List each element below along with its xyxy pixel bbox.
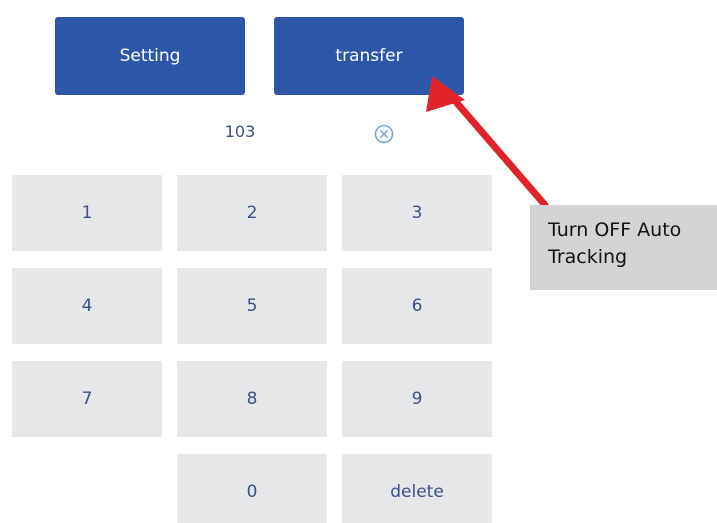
transfer-button[interactable]: transfer	[274, 17, 464, 95]
callout-line-2: Tracking	[548, 246, 628, 268]
delete-key[interactable]: delete	[342, 454, 492, 523]
key-6[interactable]: 6	[342, 268, 492, 344]
key-7[interactable]: 7	[12, 361, 162, 437]
entered-number-display: 103	[224, 122, 256, 141]
keypad-screen: Setting transfer 103 1 2 3 4 5 6 7 8 9 0…	[0, 0, 717, 523]
setting-button[interactable]: Setting	[55, 17, 245, 95]
callout-line-1: Turn OFF Auto	[548, 219, 682, 241]
instruction-callout: Turn OFF Auto Tracking	[530, 205, 717, 290]
key-5[interactable]: 5	[177, 268, 327, 344]
key-1[interactable]: 1	[12, 175, 162, 251]
key-9[interactable]: 9	[342, 361, 492, 437]
key-0[interactable]: 0	[177, 454, 327, 523]
key-4[interactable]: 4	[12, 268, 162, 344]
key-2[interactable]: 2	[177, 175, 327, 251]
key-3[interactable]: 3	[342, 175, 492, 251]
key-8[interactable]: 8	[177, 361, 327, 437]
circle-x-icon[interactable]	[373, 123, 395, 145]
